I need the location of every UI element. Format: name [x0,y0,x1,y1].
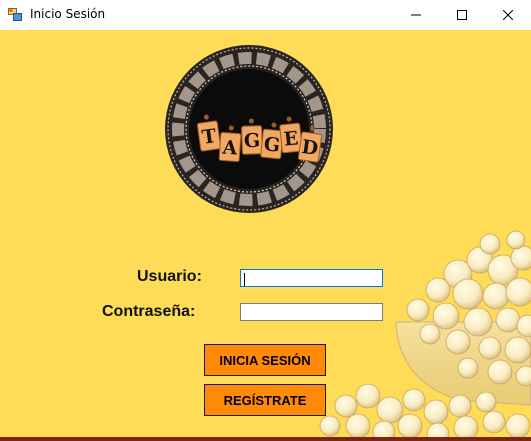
close-icon [503,10,513,20]
logo-letter: E [283,127,300,150]
password-input[interactable] [240,303,383,321]
username-input[interactable] [240,269,383,287]
logo-letter: A [221,136,238,159]
tagged-logo: T A G G E D [165,45,333,213]
logo-letter: G [244,130,261,153]
maximize-icon [457,10,467,20]
minimize-icon [411,14,421,16]
password-label: Contraseña: [102,303,196,320]
logo-letter: G [263,133,281,157]
popcorn-image [319,230,531,441]
bottom-edge [0,437,531,441]
app-icon [8,8,22,21]
register-button[interactable]: REGÍSTRATE [204,384,326,416]
text-caret [244,273,245,286]
form-client-area: T A G G E D Usuario: Contraseña: INICIA … [0,30,531,441]
login-button[interactable]: INICIA SESIÓN [204,344,326,376]
close-button[interactable] [485,0,531,30]
title-bar[interactable]: Inicio Sesión [0,0,531,30]
window-title: Inicio Sesión [30,7,106,21]
logo-letter: T [201,125,218,149]
username-label: Usuario: [137,268,202,285]
logo-letter: D [300,136,319,160]
maximize-button[interactable] [439,0,485,30]
login-window: Inicio Sesión T A G G E D Usuario: Contr… [0,0,531,441]
minimize-button[interactable] [393,0,439,30]
